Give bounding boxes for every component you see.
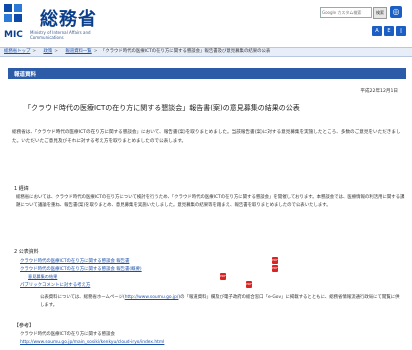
reference-title: 【参考】 <box>14 323 35 329</box>
section-1-text: 総務省においては、クラウド時代の医療ICTの在り方について検討を行うため、「クラ… <box>16 195 405 208</box>
breadcrumb-home[interactable]: 総務省トップ <box>4 49 30 54</box>
mobile-icon[interactable]: ▯ <box>396 26 406 36</box>
site-header: 総務省 MIC Ministry of Internal Affairs and… <box>0 0 412 44</box>
note-link[interactable]: http://www.soumu.go.jp/ <box>125 295 179 300</box>
site-subtitle: Ministry of Internal Affairs and Communi… <box>30 30 91 40</box>
pdf-icon: PDF <box>272 257 278 264</box>
font-size-icon[interactable]: A <box>372 26 382 36</box>
pdf-icon: PDF <box>220 273 226 280</box>
breadcrumb-policy[interactable]: 政策 <box>43 49 52 54</box>
reference-label: クラウド時代の医療ICTの在り方に関する懇談会 <box>20 332 115 337</box>
section-1-title: 1 経緯 <box>14 186 29 192</box>
pdf-icon: PDF <box>246 281 252 288</box>
publish-date: 平成22年12月1日 <box>360 89 398 94</box>
breadcrumb: 総務省トップ > 政策 > 報道資料一覧 > 「クラウド時代の医療ICTの在り方に関す… <box>0 47 412 57</box>
globe-icon[interactable]: ◎ <box>390 6 402 18</box>
language-icon[interactable]: E <box>384 26 394 36</box>
page: 総務省 MIC Ministry of Internal Affairs and… <box>0 0 412 350</box>
site-title: 総務省 <box>40 9 97 30</box>
page-title: 「クラウド時代の医療ICTの在り方に関する懇談会」報告書(案)の意見募集の結果の… <box>24 104 300 112</box>
breadcrumb-press[interactable]: 報道資料一覧 <box>65 49 91 54</box>
pdf-icon: PDF <box>272 265 278 272</box>
section-label: 報道資料 <box>14 72 37 78</box>
search-field[interactable] <box>320 7 372 18</box>
section-2-note: 公表資料については、総務省ホームページ(http://www.soumu.go.… <box>40 294 400 310</box>
site-mic-label: MIC <box>4 30 23 40</box>
section-header: 報道資料 <box>8 68 406 79</box>
reference-link[interactable]: http://www.soumu.go.jp/main_sosiki/kenky… <box>20 340 164 345</box>
search-input[interactable] <box>321 8 371 17</box>
lede-paragraph: 総務省は、「クラウド時代の医療ICTの在り方に関する懇談会」において、報告書(案… <box>12 130 401 144</box>
resource-link-comments[interactable]: パブリックコメントに対する考え方 <box>20 282 90 288</box>
resource-link-report[interactable]: クラウド時代の医療ICTの在り方に関する懇談会 報告書 <box>20 258 129 264</box>
resource-link-summary[interactable]: クラウド時代の医療ICTの在り方に関する懇談会 報告書(概要) <box>20 266 142 272</box>
breadcrumb-current: 「クラウド時代の医療ICTの在り方に関する懇談会」報告書及び意見募集の結果の公表 <box>100 49 271 54</box>
resource-link-results[interactable]: 意見募集の結果 <box>28 274 57 280</box>
section-2-title: 2 公表資料 <box>14 249 39 255</box>
note-text: 公表資料については、総務省ホームページ( <box>40 295 125 300</box>
search-button[interactable]: 検索 <box>373 7 387 19</box>
